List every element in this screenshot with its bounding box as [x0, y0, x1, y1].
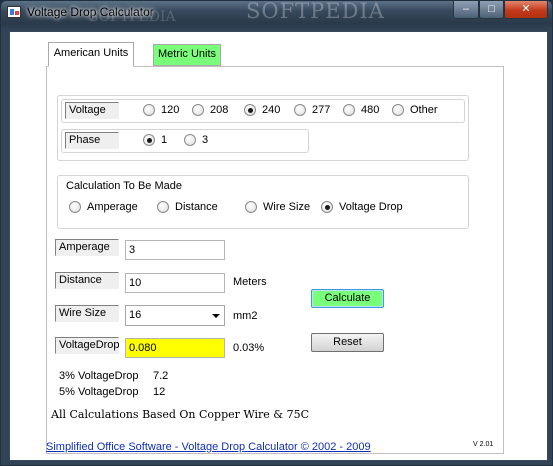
wire-size-unit: mm2: [233, 310, 258, 322]
voltage-option-208[interactable]: 208: [192, 104, 228, 116]
radio-circle-selected: [244, 104, 256, 116]
watermark-faint: SOFTPEDIA: [89, 9, 176, 25]
three-pct-voltage-drop-label: 3% VoltageDrop: [59, 370, 139, 382]
calc-option-wire-size[interactable]: Wire Size: [245, 201, 310, 213]
radio-circle: [143, 104, 155, 116]
copper-wire-note: All Calculations Based On Copper Wire & …: [51, 408, 309, 421]
reset-button[interactable]: Reset: [311, 333, 384, 352]
app-window: Voltage Drop Calculator SOFTPEDIA SOFTPE…: [0, 0, 553, 466]
distance-label: Distance: [55, 272, 119, 289]
calc-option-distance[interactable]: Distance: [157, 201, 218, 213]
wire-size-select[interactable]: 16: [125, 305, 225, 326]
minimize-button[interactable]: –: [453, 1, 479, 19]
radio-circle: [343, 104, 355, 116]
voltage-option-277[interactable]: 277: [294, 104, 330, 116]
radio-circle: [69, 201, 81, 213]
phase-option-3[interactable]: 3: [184, 134, 208, 146]
voltage-label: Voltage: [65, 102, 119, 119]
radio-circle: [392, 104, 404, 116]
tab-metric-units[interactable]: Metric Units: [153, 44, 221, 66]
calculation-group-label: Calculation To Be Made: [64, 180, 184, 192]
radio-circle-selected: [143, 134, 155, 146]
maximize-button[interactable]: □: [479, 1, 504, 19]
radio-circle: [157, 201, 169, 213]
distance-input[interactable]: [125, 273, 225, 293]
calc-option-amperage[interactable]: Amperage: [69, 201, 138, 213]
amperage-label: Amperage: [55, 239, 119, 256]
five-pct-voltage-drop-label: 5% VoltageDrop: [59, 386, 139, 398]
radio-circle-selected: [321, 201, 333, 213]
voltage-drop-label: VoltageDrop: [55, 337, 120, 354]
voltage-option-480[interactable]: 480: [343, 104, 379, 116]
voltage-option-240[interactable]: 240: [244, 104, 280, 116]
radio-circle: [184, 134, 196, 146]
title-bar[interactable]: Voltage Drop Calculator SOFTPEDIA SOFTPE…: [1, 0, 552, 25]
amperage-input[interactable]: [125, 240, 225, 260]
voltage-drop-percent: 0.03%: [233, 342, 265, 354]
calc-option-voltage-drop[interactable]: Voltage Drop: [321, 201, 403, 213]
client-area: American Units Metric Units Voltage 120 …: [9, 31, 548, 461]
american-units-panel: Voltage 120 208 240 277 480 Other Phase …: [46, 66, 504, 454]
version-label: V 2.01: [473, 441, 494, 448]
phase-label: Phase: [65, 132, 119, 149]
calculate-button[interactable]: Calculate: [311, 289, 384, 308]
five-pct-voltage-drop-value: 12: [153, 386, 166, 398]
wire-size-label: Wire Size: [55, 305, 119, 322]
radio-circle: [245, 201, 257, 213]
app-icon: [7, 6, 21, 18]
tab-american-units[interactable]: American Units: [48, 42, 134, 67]
watermark: SOFTPEDIA: [246, 0, 385, 23]
radio-circle: [192, 104, 204, 116]
chevron-down-icon[interactable]: [212, 314, 220, 318]
footer-link[interactable]: Simplified Office Software - Voltage Dro…: [46, 441, 371, 453]
phase-option-1[interactable]: 1: [143, 134, 167, 146]
distance-unit: Meters: [233, 276, 267, 288]
voltage-option-120[interactable]: 120: [143, 104, 179, 116]
radio-circle: [294, 104, 306, 116]
three-pct-voltage-drop-value: 7.2: [153, 370, 169, 382]
voltage-drop-result: [125, 338, 225, 358]
voltage-option-other[interactable]: Other: [392, 104, 438, 116]
close-button[interactable]: ✕: [504, 1, 548, 19]
